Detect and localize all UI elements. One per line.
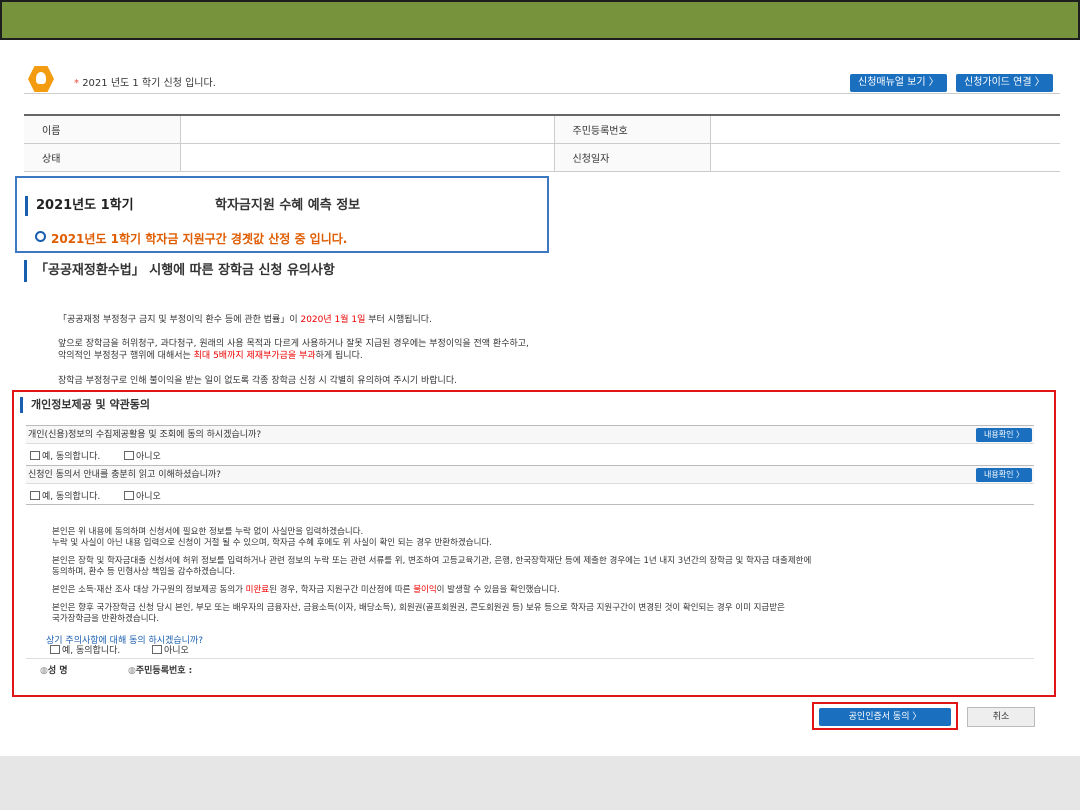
prediction-title-left: 2021년도 1학기 — [25, 196, 134, 216]
consent-2-detail-button[interactable]: 내용확인 〉 — [976, 468, 1032, 482]
footer-bar — [0, 756, 1080, 810]
final-consent-no[interactable]: 아니오 — [152, 645, 189, 657]
terms-line-5: 본인은 소득·재산 조사 대상 가구원의 정보제공 동의가 미완료된 경우, 학… — [52, 585, 560, 595]
checkbox[interactable] — [152, 645, 162, 654]
terms-line-4: 동의하며, 환수 등 민형사상 책임을 감수하겠습니다. — [52, 567, 236, 577]
top-banner — [0, 0, 1080, 40]
checkbox[interactable] — [30, 491, 40, 500]
signature-name-label: ◍성 명 — [40, 666, 68, 676]
final-consent-yes[interactable]: 예, 동의합니다. — [50, 645, 120, 657]
prediction-panel: 2021년도 1학기 학자금지원 수혜 예측 정보 2021년도 1학기 학자금… — [15, 176, 549, 253]
semester-notice: 2021 년도 1 학기 신청 입니다. — [74, 74, 216, 89]
consent-title: 개인정보제공 및 약관동의 — [20, 397, 150, 413]
prediction-title-right: 학자금지원 수혜 예측 정보 — [215, 198, 361, 213]
consent-question-2: 신청인 동의서 안내를 충분히 읽고 이해하셨습니까? 내용확인 〉 — [26, 465, 1034, 484]
divider — [26, 504, 1034, 505]
rrn-value — [710, 115, 1060, 144]
certificate-consent-button[interactable]: 공인인증서 동의 〉 — [819, 708, 951, 726]
consent-1-no[interactable]: 아니오 — [124, 451, 161, 463]
notice-paragraph-1: 「공공재정 부정청구 금지 및 부정이익 환수 등에 관한 법률」이 2020년… — [58, 315, 432, 325]
cancel-button[interactable]: 취소 — [967, 707, 1035, 727]
checkbox[interactable] — [30, 451, 40, 460]
manual-button[interactable]: 신청매뉴얼 보기 〉 — [850, 74, 947, 92]
page-header: 2021 년도 1 학기 신청 입니다. 신청매뉴얼 보기 〉 신청가이드 연결… — [24, 64, 1060, 94]
divider — [26, 658, 1034, 659]
rrn-label: 주민등록번호 — [554, 115, 711, 144]
terms-line-7: 국가장학금을 반환하겠습니다. — [52, 614, 160, 624]
notice-section-title: 「공공재정환수법」 시행에 따른 장학금 신청 유의사항 — [24, 260, 335, 282]
checkbox[interactable] — [124, 491, 134, 500]
notice-paragraph-3: 악의적인 부정청구 행위에 대해서는 최대 5배까지 제재부가금을 부과하게 됩… — [58, 351, 363, 361]
consent-2-yes[interactable]: 예, 동의합니다. — [30, 491, 100, 503]
signature-rrn-label: ◍주민등록번호 : — [128, 666, 193, 676]
lightbulb-icon — [28, 66, 54, 92]
consent-question-1: 개인(신용)정보의 수집제공활용 및 조회에 동의 하시겠습니까? 내용확인 〉 — [26, 425, 1034, 444]
bullet-icon: ◍ — [128, 666, 136, 676]
consent-1-yes[interactable]: 예, 동의합니다. — [30, 451, 100, 463]
cert-button-highlight: 공인인증서 동의 〉 — [812, 702, 958, 730]
notice-paragraph-4: 장학금 부정청구로 인해 불이익을 받는 일이 없도록 각종 장학금 신청 시 … — [58, 376, 457, 386]
date-label: 신청일자 — [554, 143, 711, 172]
consent-panel: 개인정보제공 및 약관동의 개인(신용)정보의 수집제공활용 및 조회에 동의 … — [12, 390, 1056, 697]
consent-2-no[interactable]: 아니오 — [124, 491, 161, 503]
consent-question-2-text: 신청인 동의서 안내를 충분히 읽고 이해하셨습니까? — [28, 470, 221, 480]
status-label: 상태 — [24, 143, 181, 172]
applicant-info-table: 이름 주민등록번호 상태 신청일자 — [24, 114, 1060, 172]
guide-button[interactable]: 신청가이드 연결 〉 — [956, 74, 1053, 92]
checkbox[interactable] — [50, 645, 60, 654]
consent-question-1-text: 개인(신용)정보의 수집제공활용 및 조회에 동의 하시겠습니까? — [28, 430, 262, 440]
status-value — [180, 143, 555, 172]
bullet-icon: ◍ — [40, 666, 48, 676]
checkbox[interactable] — [124, 451, 134, 460]
terms-line-2: 누락 및 사실이 아닌 내용 입력으로 신청이 거절 될 수 있으며, 학자금 … — [52, 538, 492, 548]
name-value — [180, 115, 555, 144]
name-label: 이름 — [24, 115, 181, 144]
date-value — [710, 143, 1060, 172]
consent-1-detail-button[interactable]: 내용확인 〉 — [976, 428, 1032, 442]
prediction-message: 2021년도 1학기 학자금 지원구간 경곗값 산정 중 입니다. — [35, 230, 347, 247]
